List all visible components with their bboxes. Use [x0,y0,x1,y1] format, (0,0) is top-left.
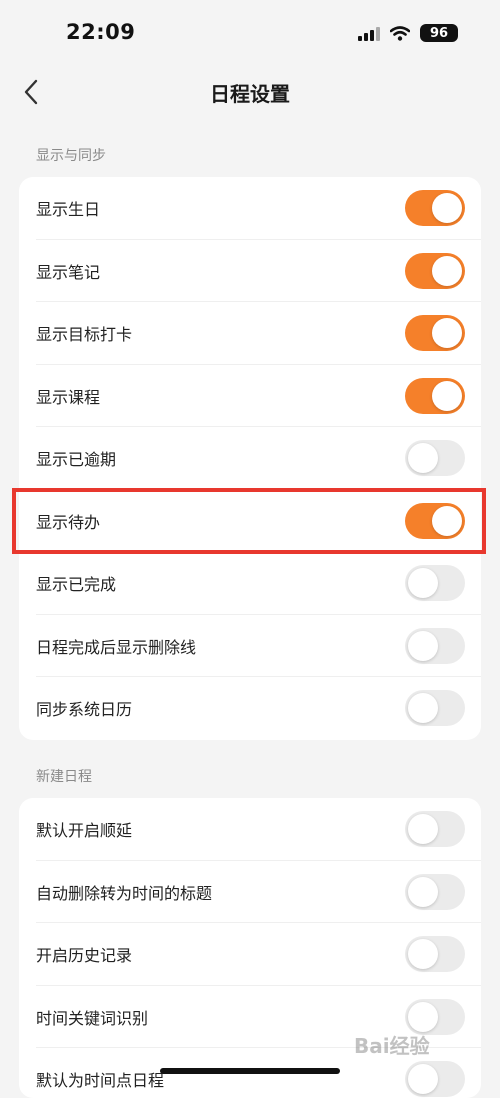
setting-row-show-courses: 显示课程 [19,365,481,428]
toggle-switch[interactable] [405,1061,465,1098]
toggle-knob [432,255,462,286]
toggle-switch[interactable] [405,690,465,727]
toggle-switch[interactable] [405,190,465,227]
toggle-switch[interactable] [405,627,465,664]
setting-row-history: 开启历史记录 [19,923,481,986]
setting-row-default-postpone: 默认开启顺延 [19,798,481,861]
status-bar: 22:09 96 [0,0,500,64]
setting-label: 默认为时间点日程 [36,1071,165,1091]
battery-icon: 96 [420,24,458,42]
status-time: 22:09 [66,20,136,44]
setting-row-show-overdue: 显示已逾期 [19,427,481,490]
toggle-switch[interactable] [405,565,465,602]
toggle-knob [408,1001,438,1032]
setting-label: 默认开启顺延 [36,821,133,841]
setting-label: 日程完成后显示删除线 [36,637,197,657]
setting-row-show-notes: 显示笔记 [19,240,481,303]
settings-card-display-sync: 显示生日 显示笔记 显示目标打卡 显示课程 显示已逾期 显示待办 显示已完成 日… [19,177,481,740]
toggle-knob [432,318,462,349]
toggle-knob [408,693,438,724]
toggle-switch[interactable] [405,440,465,477]
toggle-knob [432,380,462,411]
toggle-knob [408,814,438,845]
setting-label: 自动删除转为时间的标题 [36,883,213,903]
setting-row-auto-delete-title: 自动删除转为时间的标题 [19,861,481,924]
status-icons: 96 [358,24,458,42]
setting-label: 显示已完成 [36,575,117,595]
toggle-knob [408,939,438,970]
setting-row-show-goal-checkin: 显示目标打卡 [19,302,481,365]
toggle-knob [408,443,438,474]
toggle-switch[interactable] [405,502,465,539]
toggle-switch[interactable] [405,252,465,289]
cellular-signal-icon [358,25,380,41]
toggle-knob [408,876,438,907]
setting-label: 显示待办 [36,512,101,532]
toggle-knob [408,630,438,661]
watermark: Bai经验 [354,1034,430,1058]
toggle-switch[interactable] [405,377,465,414]
section-title-new-schedule: 新建日程 [36,769,92,785]
setting-label: 显示生日 [36,200,101,220]
wifi-icon [390,25,410,41]
toggle-switch[interactable] [405,811,465,848]
toggle-knob [408,568,438,599]
setting-row-show-completed: 显示已完成 [19,552,481,615]
setting-label: 显示笔记 [36,262,101,282]
home-indicator [160,1068,340,1074]
setting-label: 显示目标打卡 [36,325,133,345]
section-title-display-sync: 显示与同步 [36,148,106,164]
setting-row-sync-calendar: 同步系统日历 [19,677,481,740]
toggle-switch[interactable] [405,315,465,352]
toggle-knob [408,1064,438,1095]
toggle-knob [432,193,462,224]
setting-label: 显示已逾期 [36,450,117,470]
toggle-switch[interactable] [405,873,465,910]
toggle-switch[interactable] [405,936,465,973]
setting-label: 开启历史记录 [36,946,133,966]
setting-row-show-birthday: 显示生日 [19,177,481,240]
nav-bar: 日程设置 [0,64,500,120]
setting-label: 时间关键词识别 [36,1008,149,1028]
setting-row-show-todo: 显示待办 [19,490,481,553]
setting-label: 显示课程 [36,387,101,407]
page-title: 日程设置 [210,82,290,106]
setting-row-strikethrough: 日程完成后显示删除线 [19,615,481,678]
toggle-knob [432,505,462,536]
setting-label: 同步系统日历 [36,700,133,720]
